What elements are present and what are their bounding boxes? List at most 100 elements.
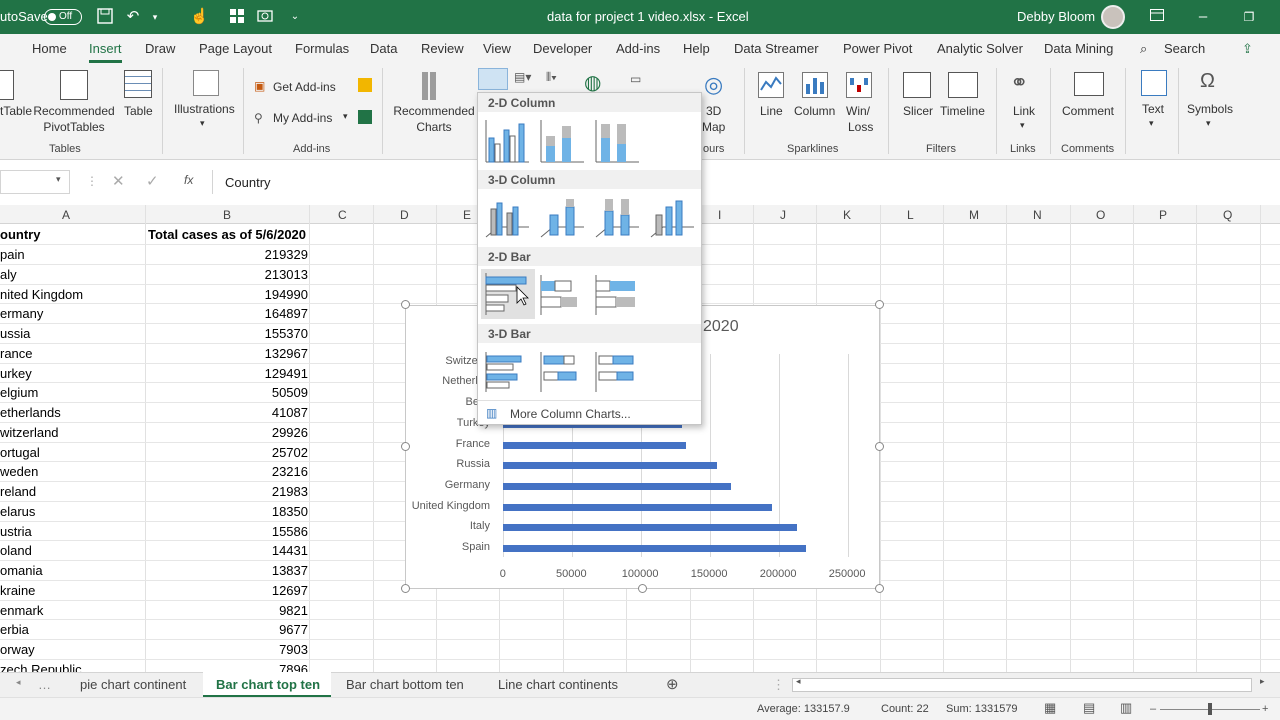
cell-total-cases[interactable]: 41087 [146, 405, 308, 420]
sheet-tab-pie-chart-continent[interactable]: pie chart continent [80, 677, 186, 692]
link-icon[interactable]: ⚭ [1010, 70, 1028, 96]
sparkline-column-button[interactable]: Column [794, 104, 835, 118]
camera-icon[interactable] [256, 8, 274, 26]
cell-country[interactable]: urkey [0, 366, 32, 381]
cell-total-cases[interactable]: 18350 [146, 504, 308, 519]
chevron-down-icon[interactable]: ▾ [1020, 120, 1025, 131]
column-header-p[interactable]: P [1159, 208, 1167, 222]
tab-formulas[interactable]: Formulas [295, 41, 349, 56]
tab-power-pivot[interactable]: Power Pivot [843, 41, 912, 56]
tab-splitter-icon[interactable]: ⋮ [772, 677, 785, 693]
omega-icon[interactable]: Ω [1200, 70, 1215, 93]
pivot-table-icon[interactable] [0, 70, 14, 100]
tab-view[interactable]: View [483, 41, 511, 56]
cell-country[interactable]: ussia [0, 326, 30, 341]
3d-map-label-1[interactable]: 3D [706, 104, 721, 118]
ribbon-display-icon[interactable] [1148, 8, 1166, 26]
tab-draw[interactable]: Draw [145, 41, 175, 56]
waterfall-chart-icon[interactable]: ⫴▾ [546, 70, 557, 85]
cell-country[interactable]: kraine [0, 583, 35, 598]
undo-icon[interactable]: ↶ [124, 8, 142, 26]
bing-maps-icon[interactable] [358, 78, 372, 92]
3d-stacked-bar-option[interactable] [538, 348, 588, 396]
insert-function-icon[interactable]: fx [184, 173, 193, 187]
more-tabs-icon[interactable]: … [38, 677, 51, 692]
zoom-in-icon[interactable]: + [1262, 703, 1268, 715]
tab-analytic-solver[interactable]: Analytic Solver [937, 41, 1023, 56]
chevron-down-icon[interactable]: ▾ [146, 8, 164, 26]
cell-country[interactable]: ustria [0, 524, 32, 539]
3d-map-label-2[interactable]: Map [702, 120, 725, 134]
resize-handle[interactable] [875, 300, 884, 309]
pivotchart-icon[interactable]: ▭ [630, 72, 641, 86]
sparkline-winloss-icon[interactable] [846, 72, 872, 98]
search-icon[interactable]: ⌕ [1140, 41, 1147, 57]
cell-country[interactable]: reland [0, 484, 36, 499]
cell-country[interactable]: pain [0, 247, 25, 262]
cell-country[interactable]: orway [0, 642, 35, 657]
3d-100-stacked-bar-option[interactable] [593, 348, 643, 396]
cell-country[interactable]: ortugal [0, 445, 40, 460]
cell-country[interactable]: omania [0, 563, 43, 578]
tab-data[interactable]: Data [370, 41, 397, 56]
slicer-icon[interactable] [903, 72, 931, 98]
cell-country[interactable]: enmark [0, 603, 43, 618]
column-header-i[interactable]: I [718, 208, 721, 222]
cell-total-cases[interactable]: 50509 [146, 385, 308, 400]
cell-country[interactable]: oland [0, 543, 32, 558]
tab-review[interactable]: Review [421, 41, 464, 56]
scroll-right-icon[interactable]: ▸ [1260, 676, 1265, 687]
tab-data-mining[interactable]: Data Mining [1044, 41, 1113, 56]
cell-total-cases[interactable]: 132967 [146, 346, 308, 361]
100-stacked-bar-option[interactable] [593, 271, 643, 319]
cell-total-cases[interactable]: 13837 [146, 563, 308, 578]
chevron-down-icon[interactable]: ▾ [1149, 118, 1154, 129]
header-total-cases[interactable]: Total cases as of 5/6/2020 [148, 227, 310, 242]
comment-button[interactable]: Comment [1062, 104, 1114, 118]
bar-italy[interactable] [503, 524, 797, 532]
timeline-button[interactable]: Timeline [940, 104, 985, 118]
cell-total-cases[interactable]: 9821 [146, 603, 308, 618]
sheet-tab-line-chart-continents[interactable]: Line chart continents [498, 677, 618, 692]
cell-total-cases[interactable]: 29926 [146, 425, 308, 440]
chevron-down-icon[interactable]: ▾ [343, 111, 348, 122]
chevron-down-icon[interactable]: ▾ [1206, 118, 1211, 129]
3d-clustered-bar-option[interactable] [483, 348, 533, 396]
column-header-b[interactable]: B [223, 208, 231, 222]
resize-handle[interactable] [401, 300, 410, 309]
tab-data-streamer[interactable]: Data Streamer [734, 41, 819, 56]
cell-total-cases[interactable]: 23216 [146, 464, 308, 479]
slicer-button[interactable]: Slicer [903, 104, 933, 118]
cell-country[interactable]: witzerland [0, 425, 59, 440]
sheet-tab-bar-chart-top-ten[interactable]: Bar chart top ten [216, 677, 320, 692]
table-icon[interactable] [124, 70, 152, 98]
cell-total-cases[interactable]: 194990 [146, 287, 308, 302]
column-header-d[interactable]: D [400, 208, 409, 222]
bar-france[interactable] [503, 441, 687, 449]
customize-toolbar-icon[interactable]: ⌄ [286, 8, 304, 26]
tab-home[interactable]: Home [32, 41, 67, 56]
globe-icon[interactable]: ◎ [704, 72, 723, 98]
clustered-bar-option[interactable] [481, 269, 535, 319]
autosave-toggle[interactable]: Off [44, 9, 82, 25]
zoom-out-icon[interactable]: – [1150, 703, 1156, 715]
recommended-pivot-label-1[interactable]: Recommended [33, 104, 115, 118]
resize-handle[interactable] [875, 442, 884, 451]
enter-icon[interactable]: ✓ [146, 172, 159, 190]
people-graph-icon[interactable] [358, 110, 372, 124]
save-icon[interactable] [96, 8, 114, 26]
touch-mode-icon[interactable]: ☝ [190, 8, 209, 26]
resize-handle[interactable] [638, 584, 647, 593]
cell-total-cases[interactable]: 25702 [146, 445, 308, 460]
cell-total-cases[interactable]: 14431 [146, 543, 308, 558]
sheet-tab-bar-chart-bottom-ten[interactable]: Bar chart bottom ten [346, 677, 464, 692]
stacked-column-option[interactable] [538, 118, 588, 166]
cell-country[interactable]: elgium [0, 385, 38, 400]
tab-help[interactable]: Help [683, 41, 710, 56]
clustered-column-option[interactable] [483, 118, 533, 166]
illustrations-icon[interactable] [193, 70, 219, 96]
pivot-table-button[interactable]: tTable [0, 104, 32, 118]
my-addins-button[interactable]: My Add-ins [273, 111, 332, 125]
page-layout-view-icon[interactable]: ▤ [1083, 700, 1095, 716]
column-header-m[interactable]: M [969, 208, 979, 222]
